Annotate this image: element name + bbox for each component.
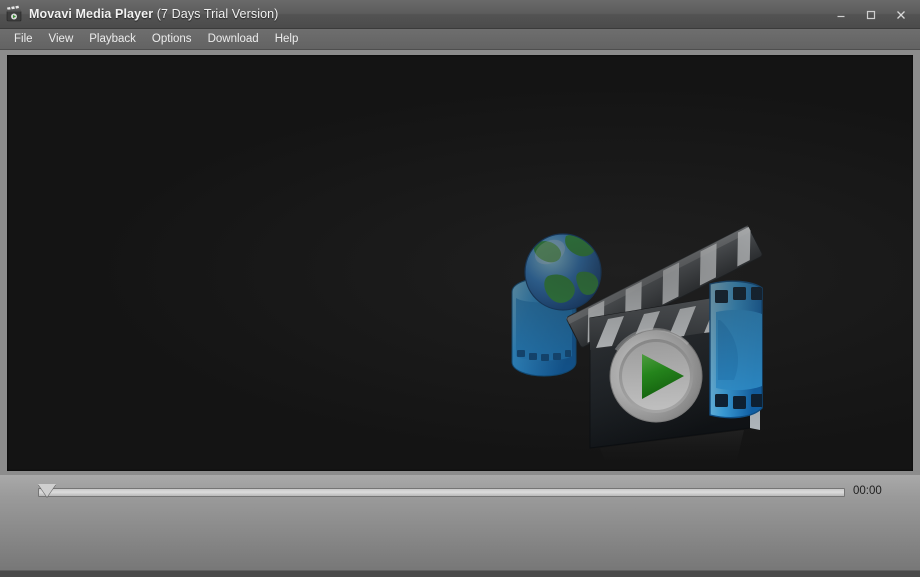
- window-controls: [826, 0, 920, 29]
- clapperboard-app-icon: [5, 5, 23, 23]
- close-button[interactable]: [886, 0, 916, 29]
- time-elapsed: 00:00: [853, 485, 882, 497]
- window-title: Movavi Media Player (7 Days Trial Versio…: [29, 7, 278, 21]
- seek-handle[interactable]: [38, 484, 56, 497]
- menu-item-playback[interactable]: Playback: [81, 31, 144, 47]
- minimize-button[interactable]: [826, 0, 856, 29]
- right-film-strip: [709, 280, 763, 419]
- control-bar: 00:00 » «: [0, 475, 920, 577]
- green-play-button: [609, 327, 703, 423]
- app-name: Movavi Media Player: [29, 7, 154, 21]
- maximize-button[interactable]: [856, 0, 886, 29]
- media-player-window: Movavi Media Player (7 Days Trial Versio…: [0, 0, 920, 577]
- seek-row: 00:00: [0, 481, 920, 505]
- video-frame: [0, 50, 920, 475]
- seek-slider[interactable]: [38, 488, 845, 497]
- titlebar[interactable]: Movavi Media Player (7 Days Trial Versio…: [0, 0, 920, 29]
- menu-item-download[interactable]: Download: [200, 31, 267, 47]
- earth-globe-icon: [524, 233, 602, 311]
- title-suffix: (7 Days Trial Version): [156, 7, 279, 21]
- video-display[interactable]: [7, 55, 913, 471]
- movavi-media-player-logo: [504, 180, 794, 470]
- menu-item-file[interactable]: File: [6, 31, 41, 47]
- menu-item-options[interactable]: Options: [144, 31, 200, 47]
- menubar: File View Playback Options Download Help: [0, 29, 920, 50]
- menu-item-help[interactable]: Help: [267, 31, 307, 47]
- menu-item-view[interactable]: View: [41, 31, 82, 47]
